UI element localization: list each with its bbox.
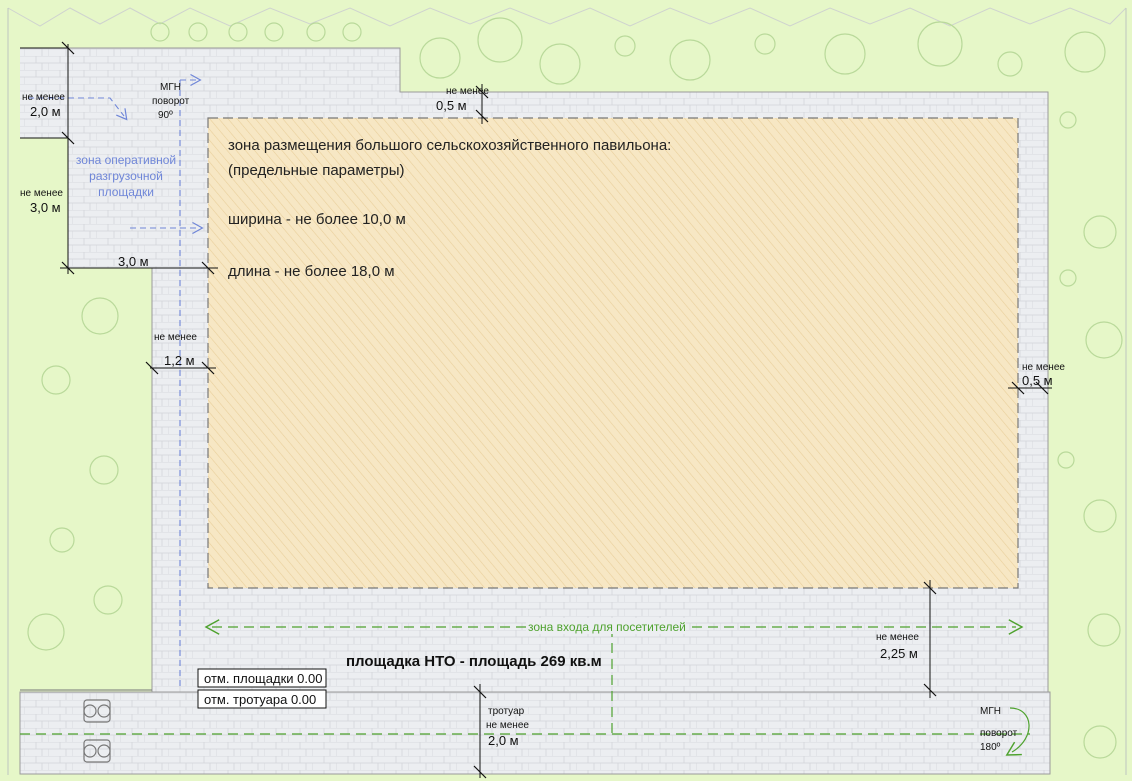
dim-top-left-note: не менее [22, 92, 65, 103]
dim-sidewalk: 2,0 м [488, 733, 519, 748]
dim-horizontal-3: 3,0 м [118, 254, 149, 269]
dim-left-mid: 3,0 м [30, 200, 61, 215]
dim-sidewalk-label: тротуар [488, 706, 525, 717]
mgn-bottom-line3: 180º [980, 742, 1001, 753]
mgn-top-line2: поворот [152, 96, 190, 107]
dim-gap-left: 1,2 м [164, 353, 195, 368]
dim-right-gap-note: не менее [1022, 362, 1065, 373]
dim-sidewalk-note: не менее [486, 720, 529, 731]
dim-top-gap: 0,5 м [436, 98, 467, 113]
unloading-zone-line3: площадки [98, 185, 154, 199]
unloading-zone-line2: разгрузочной [89, 169, 163, 183]
sidewalk [19, 691, 1051, 775]
pavilion-subtitle: (предельные параметры) [228, 162, 405, 179]
pavilion-title: зона размещения большого сельскохозяйств… [228, 137, 671, 154]
mgn-top-line3: 90º [158, 110, 173, 121]
pavilion-width: ширина - не более 10,0 м [228, 211, 406, 228]
dim-left-mid-note: не менее [20, 188, 63, 199]
dim-bottom-gap: 2,25 м [880, 646, 918, 661]
elevation-site: отм. площадки 0.00 [204, 671, 322, 686]
unloading-zone-line1: зона оперативной [76, 153, 176, 167]
dim-right-gap: 0,5 м [1022, 373, 1053, 388]
dim-top-left: 2,0 м [30, 104, 61, 119]
site-area-label: площадка НТО - площадь 269 кв.м [346, 653, 602, 670]
pavilion-length: длина - не более 18,0 м [228, 263, 395, 280]
dim-gap-left-note: не менее [154, 332, 197, 343]
dim-top-gap-note: не менее [446, 86, 489, 97]
dim-bottom-gap-note: не менее [876, 632, 919, 643]
mgn-bottom-line1: МГН [980, 706, 1001, 717]
site-plan: зона размещения большого сельскохозяйств… [0, 0, 1132, 781]
mgn-bottom-line2: поворот [980, 728, 1018, 739]
mgn-top-line1: МГН [160, 82, 181, 93]
entrance-zone-label: зона входа для посетителей [528, 620, 686, 634]
pavilion-zone [207, 117, 1019, 589]
elevation-sidewalk: отм. тротуара 0.00 [204, 692, 316, 707]
